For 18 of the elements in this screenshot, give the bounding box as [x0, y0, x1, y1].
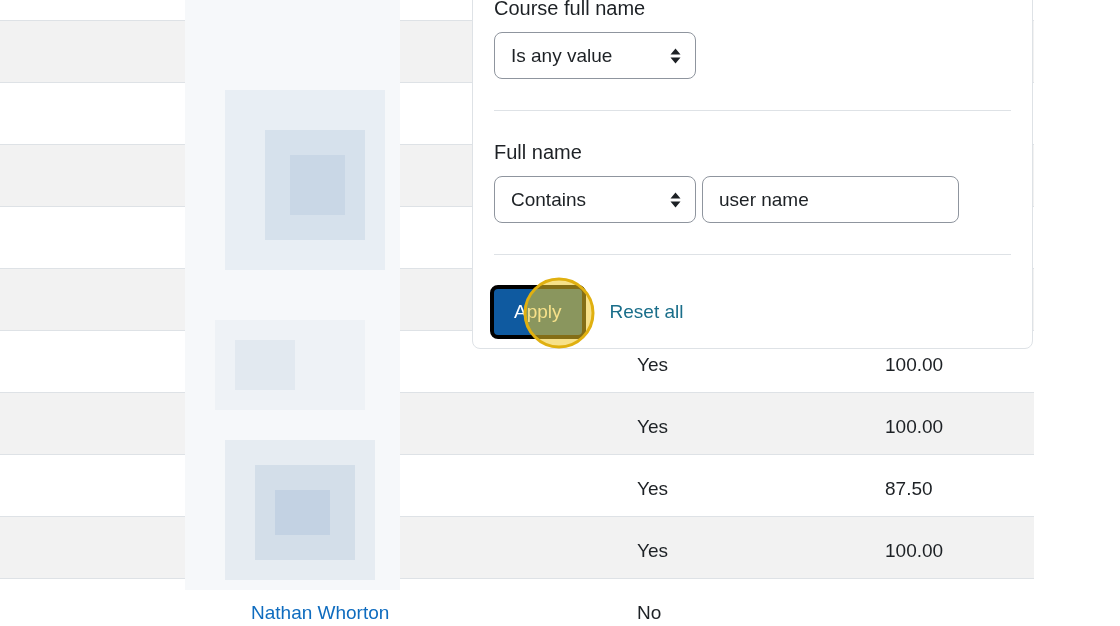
- filter-label: Course full name: [494, 0, 646, 20]
- grade-value: 100.00: [885, 353, 944, 375]
- completion-status: Yes: [637, 415, 668, 437]
- completion-status: Yes: [637, 353, 668, 375]
- user-name-link[interactable]: Nathan Whorton: [251, 601, 390, 623]
- sort-caret-icon: [670, 191, 681, 208]
- completion-status: No: [637, 601, 662, 623]
- reset-all-link[interactable]: Reset all: [609, 301, 684, 323]
- operator-select[interactable]: Is any value: [494, 32, 696, 79]
- completion-status: Yes: [637, 539, 668, 561]
- filter-label: Full name: [494, 141, 582, 164]
- filter-value-field[interactable]: user name: [702, 176, 959, 223]
- grade-value: 87.50: [885, 477, 933, 499]
- operator-select[interactable]: Contains: [494, 176, 696, 223]
- grade-value: 100.00: [885, 539, 944, 561]
- completion-status: Yes: [637, 477, 668, 499]
- sort-caret-icon: [670, 47, 681, 64]
- grade-value: 100.00: [885, 415, 944, 437]
